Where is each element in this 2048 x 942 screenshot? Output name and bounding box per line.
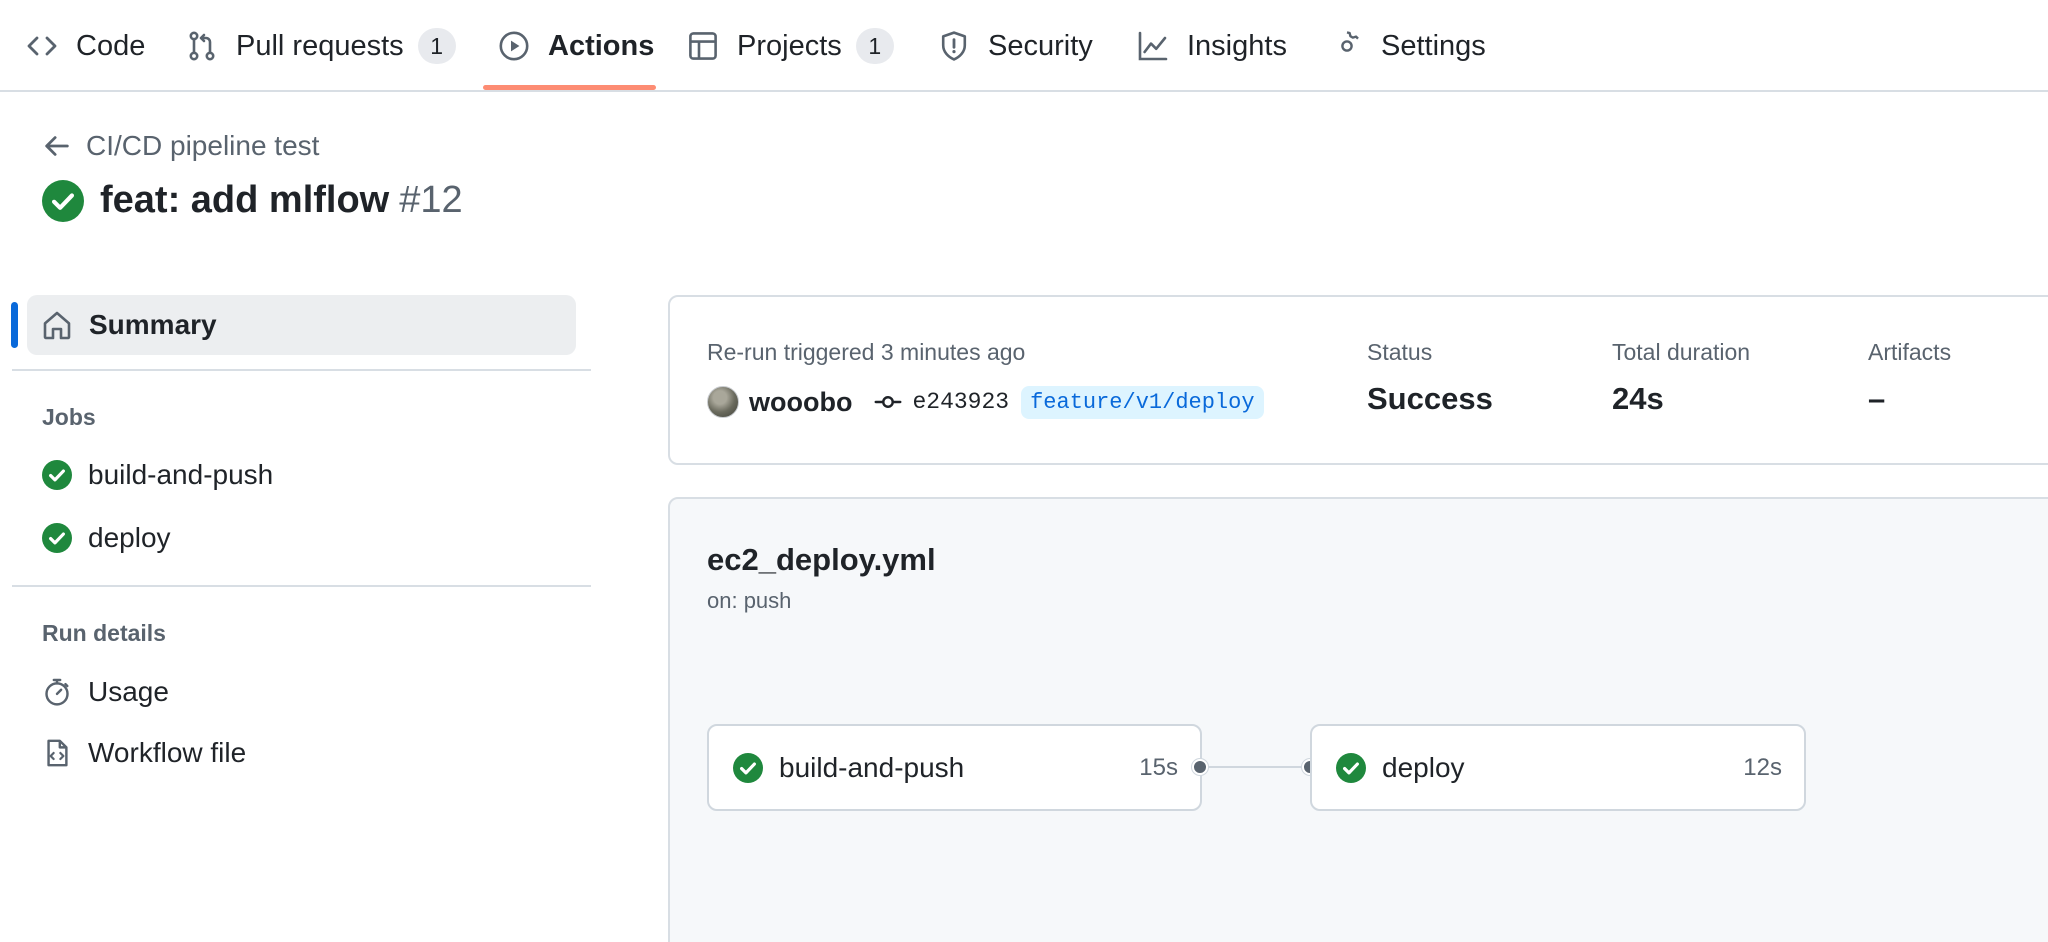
commit-sha-link[interactable]: e243923 bbox=[912, 389, 1009, 415]
tab-settings[interactable]: Settings bbox=[1331, 0, 1486, 92]
job-node-build-and-push[interactable]: build-and-push 15s bbox=[707, 724, 1202, 811]
run-number: #12 bbox=[399, 179, 463, 221]
active-tab-indicator bbox=[483, 85, 656, 90]
job-node-name: deploy bbox=[1382, 751, 1465, 783]
back-link-label: CI/CD pipeline test bbox=[86, 130, 320, 161]
graph-icon bbox=[1138, 31, 1168, 61]
status-value: Success bbox=[1367, 381, 1493, 416]
pull-request-icon bbox=[189, 31, 215, 61]
projects-count: 1 bbox=[855, 28, 894, 64]
stopwatch-icon bbox=[45, 678, 69, 706]
trigger-details: wooobo e243923 feature/v1/deploy bbox=[707, 382, 1264, 422]
run-title: feat: add mlflow bbox=[100, 179, 390, 221]
pull-requests-count: 1 bbox=[417, 28, 456, 64]
branch-badge[interactable]: feature/v1/deploy bbox=[1021, 385, 1264, 419]
trigger-text: Re-run triggered 3 minutes ago bbox=[707, 339, 1026, 365]
tab-actions[interactable]: Actions bbox=[498, 0, 654, 92]
job-node-name: build-and-push bbox=[779, 751, 965, 783]
run-details-heading: Run details bbox=[42, 620, 166, 646]
sidebar-item-workflow-file-label: Workflow file bbox=[88, 737, 247, 768]
home-icon bbox=[43, 311, 71, 340]
tab-security-label: Security bbox=[988, 29, 1093, 62]
sidebar-job-label: build-and-push bbox=[88, 459, 274, 490]
job-node-deploy[interactable]: deploy 12s bbox=[1310, 724, 1806, 811]
sidebar-job-label: deploy bbox=[88, 522, 171, 553]
connector-dot-out bbox=[1192, 759, 1208, 775]
table-icon bbox=[689, 32, 717, 60]
check-circle-icon bbox=[42, 179, 84, 222]
code-icon bbox=[27, 36, 57, 56]
repo-nav: Code Pull requests 1 Actions Projects 1 … bbox=[0, 0, 2048, 92]
tab-code[interactable]: Code bbox=[26, 0, 145, 92]
avatar[interactable] bbox=[707, 386, 739, 418]
check-circle-icon bbox=[42, 460, 72, 490]
sidebar-job-build-and-push[interactable]: build-and-push bbox=[42, 459, 273, 491]
tab-actions-label: Actions bbox=[548, 29, 655, 62]
workflow-file-name: ec2_deploy.yml bbox=[707, 542, 936, 577]
duration-value: 24s bbox=[1612, 381, 1664, 416]
back-to-workflow-link[interactable]: CI/CD pipeline test bbox=[42, 130, 319, 162]
sidebar-item-summary-label: Summary bbox=[89, 309, 217, 340]
sidebar-item-summary[interactable]: Summary bbox=[27, 295, 576, 355]
commit-icon bbox=[874, 396, 902, 408]
tab-projects[interactable]: Projects 1 bbox=[687, 0, 894, 92]
file-code-icon bbox=[47, 739, 68, 767]
play-icon bbox=[499, 31, 529, 61]
tab-insights-label: Insights bbox=[1187, 29, 1287, 62]
sidebar-job-deploy[interactable]: deploy bbox=[42, 522, 171, 554]
job-connector-line bbox=[1200, 766, 1310, 768]
tab-security[interactable]: Security bbox=[938, 0, 1093, 92]
job-node-duration: 12s bbox=[1743, 753, 1782, 781]
actor-link[interactable]: wooobo bbox=[749, 387, 852, 418]
sidebar-item-usage-label: Usage bbox=[88, 676, 169, 707]
run-summary-card bbox=[668, 295, 2048, 465]
arrow-left-icon bbox=[45, 136, 69, 156]
tab-code-label: Code bbox=[76, 29, 146, 62]
jobs-heading: Jobs bbox=[42, 404, 96, 430]
tab-projects-label: Projects bbox=[737, 29, 842, 62]
check-circle-icon bbox=[42, 523, 72, 553]
page-title: feat: add mlflow #12 bbox=[42, 179, 463, 222]
tab-pull-requests-label: Pull requests bbox=[236, 29, 404, 62]
duration-label: Total duration bbox=[1612, 339, 1751, 365]
check-circle-icon bbox=[733, 752, 763, 783]
shield-icon bbox=[941, 31, 967, 61]
sidebar-divider bbox=[12, 585, 591, 587]
tab-settings-label: Settings bbox=[1381, 29, 1486, 62]
sidebar-item-workflow-file[interactable]: Workflow file bbox=[42, 737, 246, 769]
status-label: Status bbox=[1367, 339, 1433, 365]
check-circle-icon bbox=[1336, 752, 1366, 783]
tab-insights[interactable]: Insights bbox=[1137, 0, 1287, 92]
tab-pull-requests[interactable]: Pull requests 1 bbox=[186, 0, 456, 92]
sidebar-divider bbox=[12, 369, 591, 371]
artifacts-value: – bbox=[1868, 381, 1886, 416]
sidebar-item-usage[interactable]: Usage bbox=[42, 676, 169, 708]
workflow-trigger: on: push bbox=[707, 588, 792, 613]
artifacts-label: Artifacts bbox=[1868, 339, 1952, 365]
job-node-duration: 15s bbox=[1139, 753, 1178, 781]
gear-icon bbox=[1341, 31, 1359, 52]
sidebar-active-indicator bbox=[11, 302, 18, 348]
